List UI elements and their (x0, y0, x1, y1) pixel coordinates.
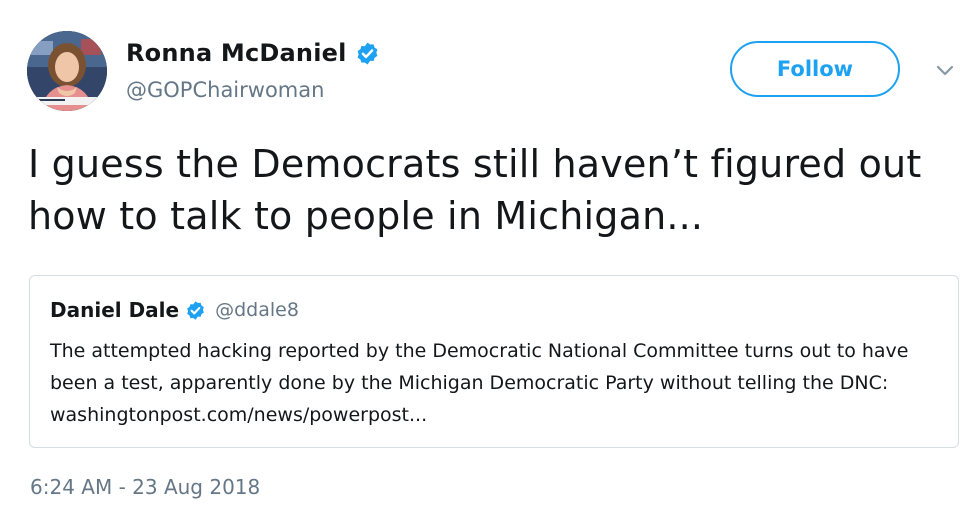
author-name-row[interactable]: Ronna McDaniel (126, 36, 380, 70)
author-display-name[interactable]: Ronna McDaniel (126, 39, 347, 67)
quoted-tweet-header: Daniel Dale @ddale8 (50, 296, 299, 324)
quoted-author-handle: @ddale8 (215, 299, 299, 321)
tweet-timestamp[interactable]: 6:24 AM - 23 Aug 2018 (30, 475, 260, 499)
avatar-photo (27, 31, 107, 111)
quoted-verified-badge-icon (185, 300, 206, 321)
follow-button[interactable]: Follow (730, 41, 900, 97)
quoted-author-name: Daniel Dale (50, 298, 180, 322)
quoted-tweet-text: The attempted hacking reported by the De… (50, 340, 909, 426)
avatar[interactable] (27, 31, 107, 111)
chevron-down-icon[interactable] (932, 62, 958, 80)
tweet-text: I guess the Democrats still haven’t figu… (28, 142, 922, 238)
quoted-tweet-card[interactable]: Daniel Dale @ddale8 The attempted hackin… (29, 275, 959, 448)
author-handle[interactable]: @GOPChairwoman (126, 78, 324, 102)
verified-badge-icon (355, 41, 380, 66)
